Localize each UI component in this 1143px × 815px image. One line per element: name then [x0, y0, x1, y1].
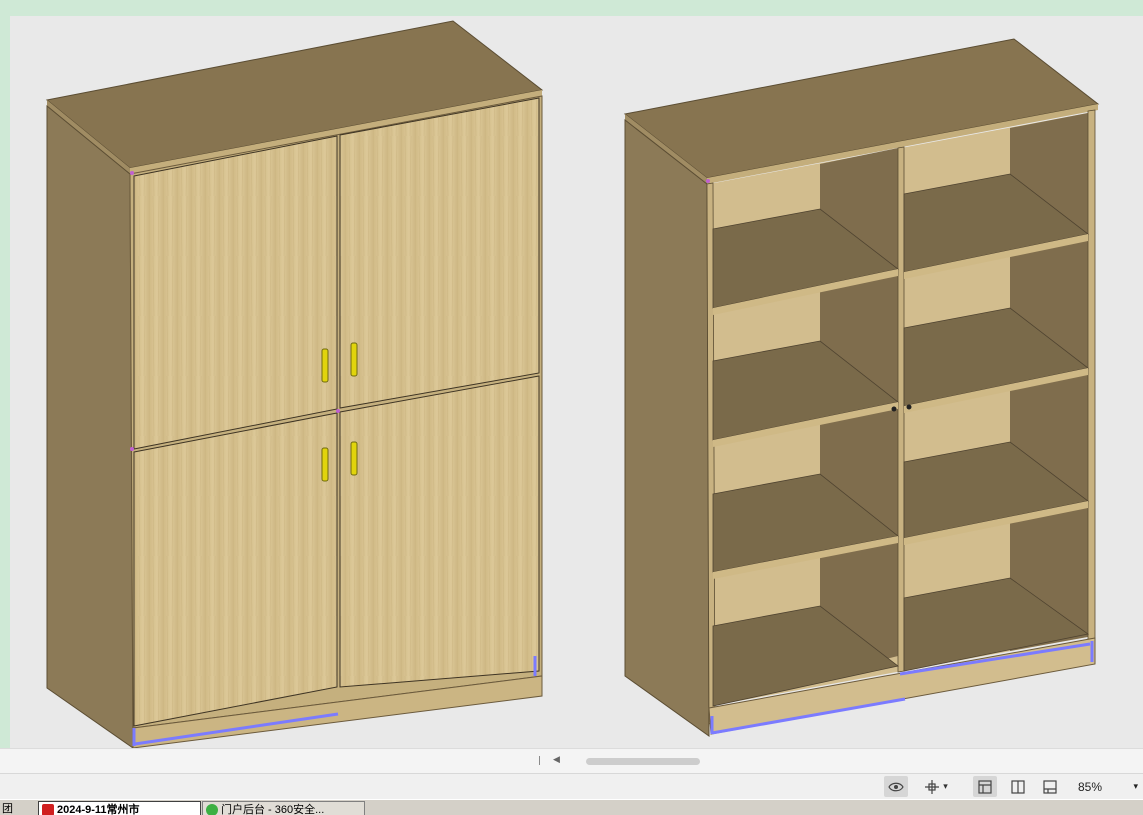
door-bottom-left: [133, 412, 338, 727]
taskbar-item-label: 2024-9-11常州市: [57, 804, 140, 815]
taskbar-item[interactable]: 门户后台 - 360安全...: [202, 801, 365, 815]
layout-split-icon[interactable]: [1006, 776, 1030, 797]
layout-panel-icon[interactable]: [1038, 776, 1062, 797]
browser-360-icon: [206, 804, 218, 815]
scroll-thumb[interactable]: [586, 758, 700, 765]
closed-cabinet[interactable]: [45, 20, 544, 748]
taskbar-item-active[interactable]: 2024-9-11常州市: [38, 801, 201, 815]
zoom-label: 85%: [1078, 779, 1103, 794]
status-bar: ▾ 85% ▾: [0, 773, 1143, 800]
move-icon[interactable]: ▾: [918, 776, 954, 797]
open-shelf-cabinet[interactable]: [623, 38, 1100, 737]
app-red-icon: [42, 804, 54, 815]
cabinet-scene: [45, 20, 1100, 748]
3d-viewport[interactable]: [10, 16, 1143, 748]
shelf-cabinet-side: [624, 118, 710, 737]
horizontal-scrollbar[interactable]: ◀: [0, 748, 1143, 774]
chevron-down-icon[interactable]: ▾: [943, 781, 948, 792]
cabinet-side: [46, 104, 134, 748]
taskbar-item-label: 门户后台 - 360安全...: [221, 804, 325, 815]
scroll-marker: [539, 756, 540, 765]
zoom-level[interactable]: 85% ▾: [1078, 776, 1138, 797]
taskbar-item-label: 团: [2, 803, 13, 815]
eye-icon[interactable]: [884, 776, 908, 797]
door-top-right: [339, 97, 540, 409]
center-divider: [897, 146, 905, 673]
chevron-down-icon[interactable]: ▾: [1133, 781, 1138, 792]
taskbar-item[interactable]: 团: [0, 801, 36, 815]
door-top-left: [133, 135, 338, 450]
taskbar: 团 2024-9-11常州市 门户后台 - 360安全...: [0, 799, 1143, 815]
scroll-left-icon[interactable]: ◀: [553, 754, 560, 765]
door-bottom-right: [339, 375, 540, 688]
layout-single-icon[interactable]: [973, 776, 997, 797]
